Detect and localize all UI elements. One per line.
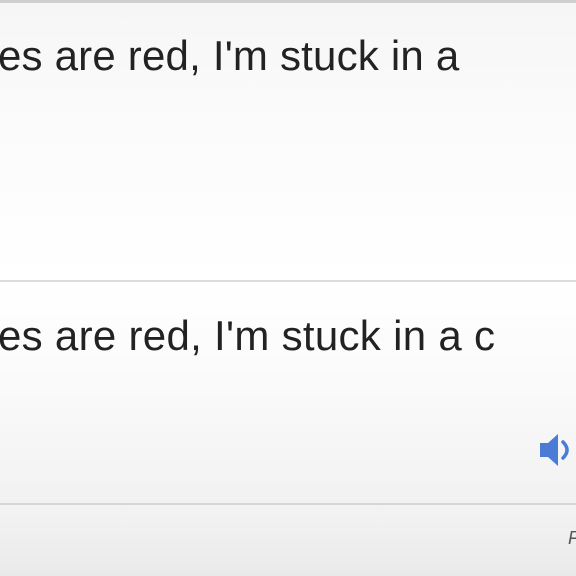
- translation-window: es are red, I'm stuck in a es are red, I…: [0, 0, 576, 576]
- speaker-icon: [540, 434, 569, 466]
- source-text[interactable]: es are red, I'm stuck in a: [0, 29, 459, 83]
- translation-result-panel: es are red, I'm stuck in a c: [0, 282, 576, 504]
- footer-bar: F: [0, 505, 576, 576]
- listen-button[interactable]: [538, 430, 576, 470]
- translation-text: es are red, I'm stuck in a c: [0, 312, 496, 359]
- source-text-panel[interactable]: es are red, I'm stuck in a: [0, 3, 576, 280]
- footer-link[interactable]: F: [568, 528, 576, 549]
